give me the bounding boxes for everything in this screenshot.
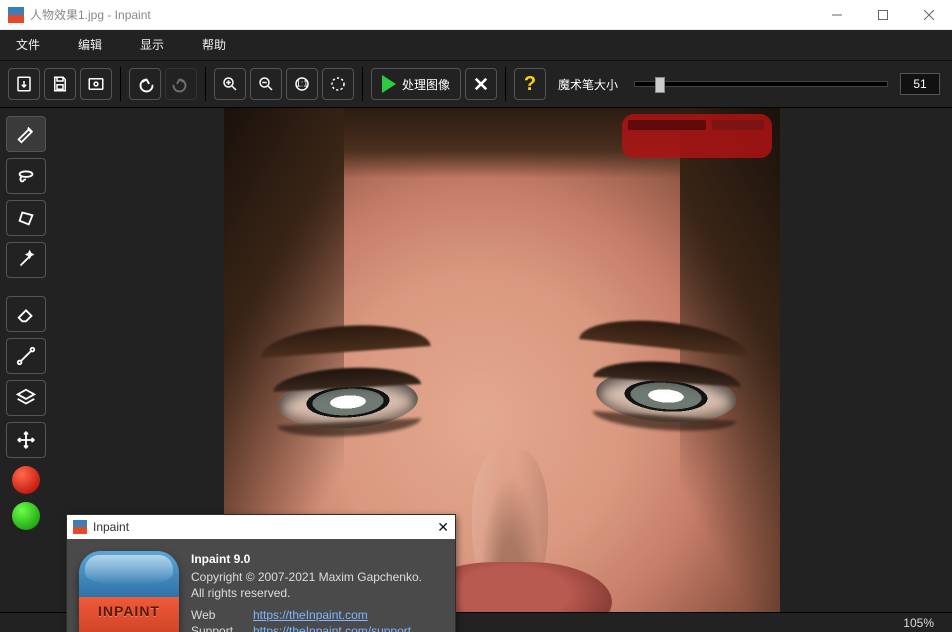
app-icon xyxy=(8,7,24,23)
about-heading: Inpaint 9.0 xyxy=(191,551,432,567)
about-title: Inpaint xyxy=(93,520,129,534)
zoom-in-button[interactable] xyxy=(214,68,246,100)
about-logo: INPAINT xyxy=(79,551,179,632)
close-button[interactable] xyxy=(906,0,952,30)
brush-size-slider[interactable] xyxy=(634,81,888,87)
toolbar: 1:1 处理图像 ? 魔术笔大小 51 xyxy=(0,60,952,108)
cancel-button[interactable] xyxy=(465,68,497,100)
move-tool[interactable] xyxy=(6,422,46,458)
help-button[interactable]: ? xyxy=(514,68,546,100)
side-toolbar xyxy=(0,108,52,612)
menu-edit[interactable]: 编辑 xyxy=(68,30,130,60)
about-app-icon xyxy=(73,520,87,534)
zoom-level: 105% xyxy=(903,616,934,630)
about-titlebar[interactable]: Inpaint ✕ xyxy=(67,515,455,539)
minimize-button[interactable] xyxy=(814,0,860,30)
about-copyright: Copyright © 2007-2021 Maxim Gapchenko. xyxy=(191,569,432,585)
window-title: 人物效果1.jpg - Inpaint xyxy=(30,6,151,23)
about-dialog: Inpaint ✕ INPAINT Inpaint 9.0 Copyright … xyxy=(66,514,456,632)
about-support-link[interactable]: https://theInpaint.com/support xyxy=(253,623,411,632)
menu-view[interactable]: 显示 xyxy=(130,30,192,60)
brush-size-label: 魔术笔大小 xyxy=(558,76,618,93)
menu-file[interactable]: 文件 xyxy=(6,30,68,60)
green-indicator[interactable] xyxy=(12,502,40,530)
preview-button[interactable] xyxy=(80,68,112,100)
about-text: Inpaint 9.0 Copyright © 2007-2021 Maxim … xyxy=(191,551,432,632)
process-button[interactable]: 处理图像 xyxy=(371,68,461,100)
save-button[interactable] xyxy=(44,68,76,100)
zoom-fit-button[interactable] xyxy=(322,68,354,100)
about-rights: All rights reserved. xyxy=(191,585,432,601)
layers-tool[interactable] xyxy=(6,380,46,416)
zoom-actual-button[interactable]: 1:1 xyxy=(286,68,318,100)
red-indicator[interactable] xyxy=(12,466,40,494)
about-close-button[interactable]: ✕ xyxy=(437,519,449,536)
undo-button[interactable] xyxy=(129,68,161,100)
slider-thumb[interactable] xyxy=(655,77,665,93)
svg-text:1:1: 1:1 xyxy=(296,78,309,88)
lasso-tool[interactable] xyxy=(6,158,46,194)
polygon-tool[interactable] xyxy=(6,200,46,236)
redo-button[interactable] xyxy=(165,68,197,100)
menu-bar: 文件 编辑 显示 帮助 xyxy=(0,30,952,60)
maximize-button[interactable] xyxy=(860,0,906,30)
play-icon xyxy=(382,75,396,93)
window-titlebar: 人物效果1.jpg - Inpaint xyxy=(0,0,952,30)
magic-wand-tool[interactable] xyxy=(6,242,46,278)
open-button[interactable] xyxy=(8,68,40,100)
brush-size-value[interactable]: 51 xyxy=(900,73,940,95)
eraser-tool[interactable] xyxy=(6,296,46,332)
line-tool[interactable] xyxy=(6,338,46,374)
menu-help[interactable]: 帮助 xyxy=(192,30,254,60)
marker-tool[interactable] xyxy=(6,116,46,152)
process-label: 处理图像 xyxy=(402,76,450,93)
zoom-out-button[interactable] xyxy=(250,68,282,100)
about-web-link[interactable]: https://theInpaint.com xyxy=(253,607,368,623)
watermark-overlay xyxy=(628,120,764,138)
